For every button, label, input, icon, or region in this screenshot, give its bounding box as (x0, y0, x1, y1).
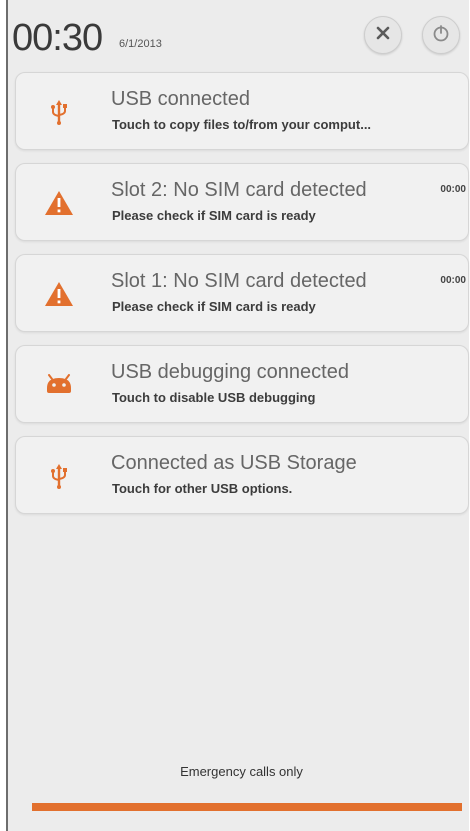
notification-title: Connected as USB Storage (111, 452, 357, 474)
notification-time: 00:00 (440, 275, 466, 286)
clock-date: 6/1/2013 (119, 38, 162, 50)
usb-icon (42, 95, 76, 129)
notification-subtitle: Please check if SIM card is ready (112, 208, 316, 223)
notification-usb-connected[interactable]: USB connected Touch to copy files to/fro… (15, 72, 469, 150)
power-icon (431, 23, 451, 48)
notification-subtitle: Touch for other USB options. (112, 481, 293, 496)
shade-header: 00:30 6/1/2013 (8, 0, 469, 72)
warning-icon (42, 186, 76, 220)
notification-slot1-no-sim[interactable]: Slot 1: No SIM card detected Please chec… (15, 254, 469, 332)
notification-title: Slot 1: No SIM card detected (111, 270, 367, 292)
clear-all-button[interactable] (364, 16, 402, 54)
notification-subtitle: Touch to copy files to/from your comput.… (112, 117, 372, 132)
notification-subtitle: Touch to disable USB debugging (112, 390, 316, 405)
notification-title: USB connected (111, 88, 250, 110)
notification-shade: 00:30 6/1/2013 USB connected Touch to co… (6, 0, 469, 831)
clock-time: 00:30 (12, 17, 103, 59)
close-icon (374, 24, 392, 47)
usb-icon (42, 459, 76, 493)
notification-time: 00:00 (440, 184, 466, 195)
notification-usb-debugging[interactable]: USB debugging connected Touch to disable… (15, 345, 469, 423)
android-debug-icon (42, 368, 76, 402)
notification-title: Slot 2: No SIM card detected (111, 179, 367, 201)
carrier-status-text: Emergency calls only (180, 764, 303, 779)
notification-slot2-no-sim[interactable]: Slot 2: No SIM card detected Please chec… (15, 163, 469, 241)
shade-drag-handle[interactable] (32, 803, 462, 811)
quick-settings-button[interactable] (422, 16, 460, 54)
notification-subtitle: Please check if SIM card is ready (112, 299, 316, 314)
notification-title: USB debugging connected (111, 361, 349, 383)
notification-usb-storage[interactable]: Connected as USB Storage Touch for other… (15, 436, 469, 514)
warning-icon (42, 277, 76, 311)
